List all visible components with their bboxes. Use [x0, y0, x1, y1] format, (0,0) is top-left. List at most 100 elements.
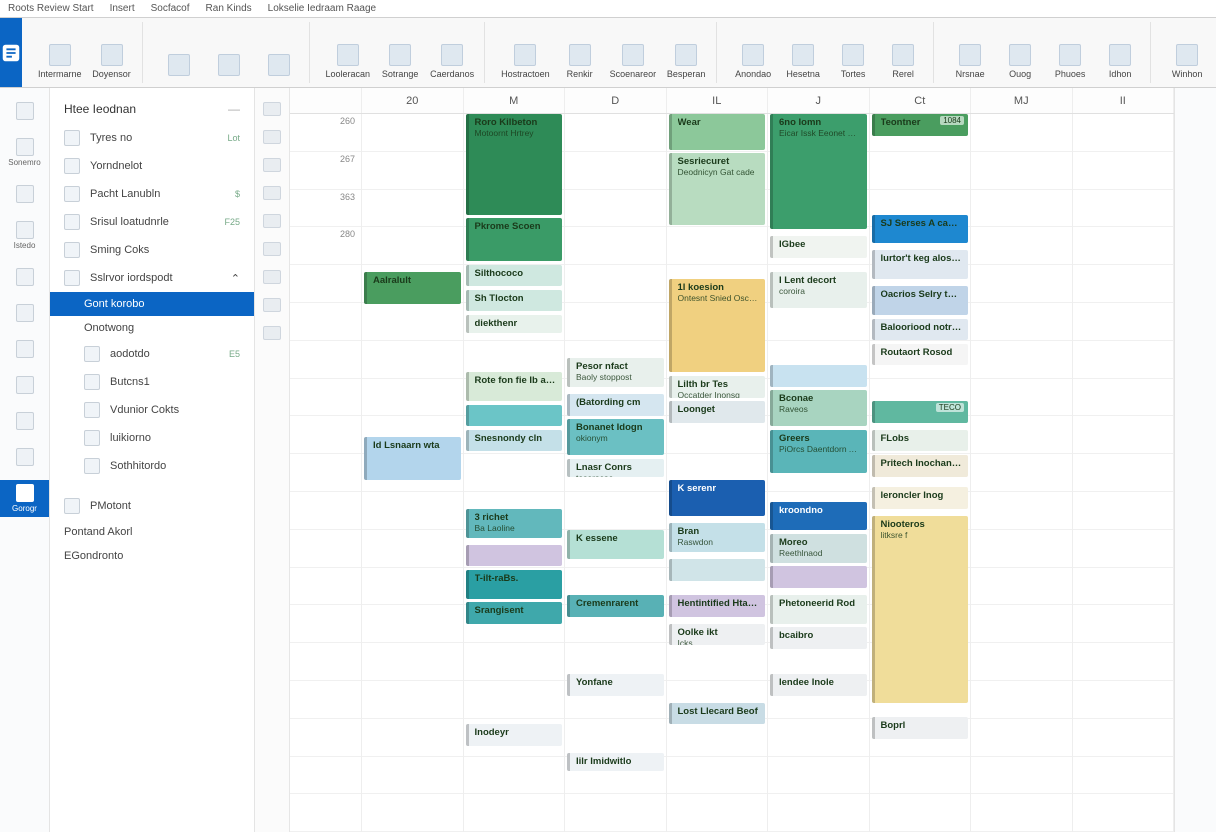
- nav-item[interactable]: Srisul loatudnrleF25: [50, 208, 254, 236]
- gutter-icon[interactable]: [263, 214, 281, 228]
- calendar-event[interactable]: Srangisent: [466, 602, 563, 624]
- nav-item[interactable]: Tyres noLot: [50, 124, 254, 152]
- rail-item[interactable]: Istedo: [0, 217, 49, 254]
- calendar-event[interactable]: Wear: [669, 114, 766, 150]
- calendar-event[interactable]: [466, 545, 563, 567]
- calendar-event[interactable]: (Batording cm: [567, 394, 664, 416]
- gutter-icon[interactable]: [263, 242, 281, 256]
- ribbon-button[interactable]: Doyensor: [90, 24, 134, 81]
- calendar-event[interactable]: Bonanet Idognokionym: [567, 419, 664, 455]
- rail-item[interactable]: [0, 444, 49, 470]
- nav-footer-item[interactable]: PMotont: [50, 492, 254, 520]
- calendar-event[interactable]: Balooriood notrut dn't: [872, 319, 969, 341]
- ribbon-button[interactable]: Intermarne: [36, 24, 84, 81]
- ribbon-button[interactable]: Tortes: [831, 24, 875, 81]
- calendar-event[interactable]: IGbee: [770, 236, 867, 258]
- calendar-event[interactable]: K serenr: [669, 480, 766, 516]
- nav-footer-item[interactable]: Pontand Akorl: [50, 520, 254, 544]
- calendar-event[interactable]: Teontner1084: [872, 114, 969, 136]
- rail-item[interactable]: Sonemro: [0, 134, 49, 171]
- calendar-event[interactable]: Inodeyr: [466, 724, 563, 746]
- nav-item[interactable]: Sming Coks: [50, 236, 254, 264]
- calendar-event[interactable]: Pritech Inochanartom: [872, 455, 969, 477]
- tab[interactable]: Insert: [110, 3, 135, 14]
- calendar-event[interactable]: [770, 365, 867, 387]
- nav-item[interactable]: Gont korobo: [50, 292, 254, 316]
- ribbon-button[interactable]: Idhon: [1098, 24, 1142, 81]
- tab[interactable]: Socfacof: [151, 3, 190, 14]
- ribbon-button[interactable]: Renkir: [558, 24, 602, 81]
- calendar-event[interactable]: 6no IomnEicar Issk Eeonet Dofrcods: [770, 114, 867, 229]
- ribbon-button[interactable]: Caerdanos: [428, 24, 476, 81]
- calendar-event[interactable]: SJ Serses A cakho u: [872, 215, 969, 244]
- gutter-icon[interactable]: [263, 326, 281, 340]
- calendar-event[interactable]: Lost Llecard Beof: [669, 703, 766, 725]
- ribbon-button[interactable]: Scoenareor: [608, 24, 659, 81]
- calendar-event[interactable]: Id Lsnaarn wta: [364, 437, 461, 480]
- calendar-event[interactable]: Lilth br TesOccatder Inonsg: [669, 376, 766, 398]
- ribbon-button[interactable]: Winhon: [1165, 24, 1209, 81]
- nav-item[interactable]: Onotwong: [50, 316, 254, 340]
- calendar-event[interactable]: Yonfane: [567, 674, 664, 696]
- calendar-event[interactable]: [669, 559, 766, 581]
- day-column[interactable]: Pesor nfactBaoly stoppost(Batording cmBo…: [565, 114, 667, 832]
- calendar-event[interactable]: Cremenrarent: [567, 595, 664, 617]
- calendar-event[interactable]: Boprl: [872, 717, 969, 739]
- ribbon-button[interactable]: Anondao: [731, 24, 775, 81]
- ribbon-button[interactable]: [207, 24, 251, 81]
- calendar-event[interactable]: Rote fon fie Ib arkst earl: [466, 372, 563, 401]
- gutter-icon[interactable]: [263, 270, 281, 284]
- gutter-icon[interactable]: [263, 298, 281, 312]
- app-menu-button[interactable]: [0, 18, 22, 87]
- calendar-event[interactable]: Routaort Rosod: [872, 344, 969, 366]
- calendar-event[interactable]: bcaibro: [770, 627, 867, 649]
- calendar-grid[interactable]: 260267363280 AalralultId Lsnaarn wtaRoro…: [290, 114, 1174, 832]
- day-column[interactable]: AalralultId Lsnaarn wta: [362, 114, 464, 832]
- calendar-event[interactable]: diekthenr: [466, 315, 563, 333]
- calendar-event[interactable]: I Lent decortcoroira: [770, 272, 867, 308]
- calendar-event[interactable]: Lnasr Conrsteserocoe: [567, 459, 664, 477]
- rail-item[interactable]: [0, 372, 49, 398]
- calendar-event[interactable]: Oolke iktIcks: [669, 624, 766, 646]
- nav-item[interactable]: Sothhitordo: [50, 452, 254, 480]
- calendar-event[interactable]: MoreoReethlnaod: [770, 534, 867, 563]
- calendar-event[interactable]: Pkrome Scoen: [466, 218, 563, 261]
- calendar-event[interactable]: lendee Inole: [770, 674, 867, 696]
- tab[interactable]: Lokselie Iedraam Raage: [268, 3, 376, 14]
- calendar-event[interactable]: Iilr Imidwitlo: [567, 753, 664, 771]
- ribbon-button[interactable]: Looleracan: [324, 24, 373, 81]
- calendar-event[interactable]: kroondno: [770, 502, 867, 531]
- rail-item[interactable]: [0, 336, 49, 362]
- day-column[interactable]: [1073, 114, 1175, 832]
- nav-item[interactable]: luikiorno: [50, 424, 254, 452]
- calendar-event[interactable]: Snesnondy cln: [466, 430, 563, 452]
- ribbon-button[interactable]: [257, 24, 301, 81]
- calendar-event[interactable]: Silthococo: [466, 265, 563, 287]
- calendar-event[interactable]: Loonget: [669, 401, 766, 423]
- calendar-event[interactable]: SesriecuretDeodnicyn Gat cade: [669, 153, 766, 225]
- day-column[interactable]: WearSesriecuretDeodnicyn Gat cade1l koes…: [667, 114, 769, 832]
- nav-item[interactable]: aodotdoE5: [50, 340, 254, 368]
- calendar-event[interactable]: [770, 566, 867, 588]
- calendar-event[interactable]: GreersPiOrcs Daentdorn Anidtedets Ia: [770, 430, 867, 473]
- calendar-event[interactable]: leroncler Inog: [872, 487, 969, 509]
- rail-item[interactable]: Gorogr: [0, 480, 49, 517]
- calendar-event[interactable]: BranRaswdon: [669, 523, 766, 552]
- nav-item[interactable]: Butcns1: [50, 368, 254, 396]
- gutter-icon[interactable]: [263, 130, 281, 144]
- calendar-event[interactable]: 3 richetBa Laoline: [466, 509, 563, 538]
- ribbon-button[interactable]: Phuoes: [1048, 24, 1092, 81]
- calendar-event[interactable]: Niooteroslitksre f: [872, 516, 969, 703]
- calendar-event[interactable]: BconaeRaveos: [770, 390, 867, 426]
- ribbon-button[interactable]: Ouog: [998, 24, 1042, 81]
- ribbon-button[interactable]: Sotrange: [378, 24, 422, 81]
- calendar-event[interactable]: Phetoneerid Rod: [770, 595, 867, 624]
- tab[interactable]: Ran Kinds: [206, 3, 252, 14]
- ribbon-button[interactable]: Hesetna: [781, 24, 825, 81]
- nav-item[interactable]: Pacht Lanubln$: [50, 180, 254, 208]
- calendar-event[interactable]: Oacrios Selry tootdo leis Lact: [872, 286, 969, 315]
- day-column[interactable]: Roro KilbetonMotoornt HrtreyPkrome Scoen…: [464, 114, 566, 832]
- calendar-event[interactable]: Hentintified Hta Wt terbich Hi: [669, 595, 766, 617]
- calendar-event[interactable]: TECO: [872, 401, 969, 423]
- nav-item[interactable]: Sslrvor iordspodt⌃: [50, 264, 254, 292]
